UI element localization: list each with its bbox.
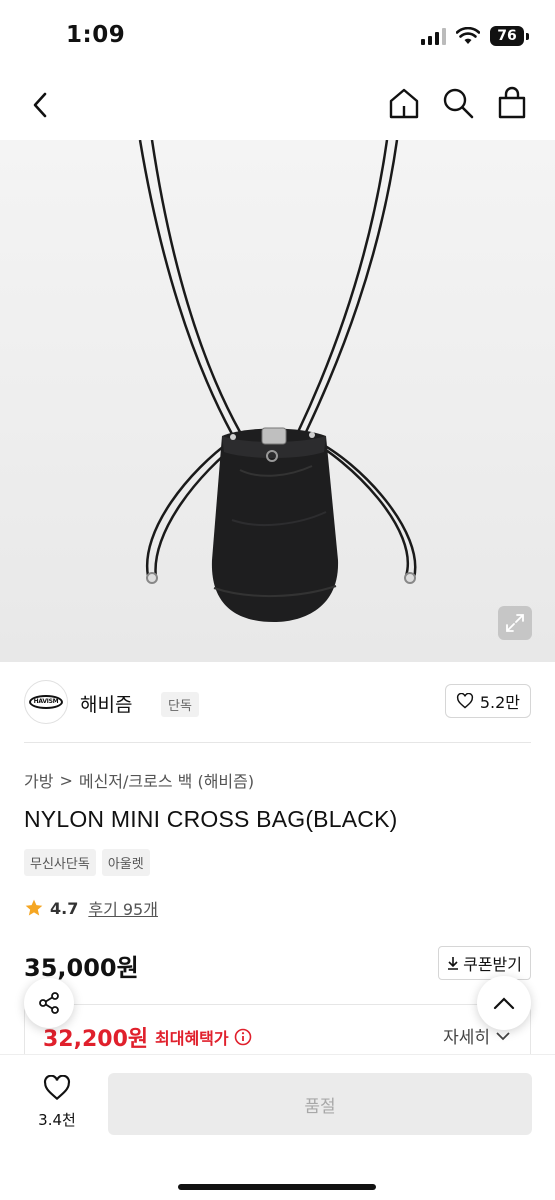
wifi-icon xyxy=(456,27,480,44)
status-time: 1:09 xyxy=(66,22,126,48)
reviews-link[interactable]: 후기 95개 xyxy=(88,896,158,920)
status-icons: 76 xyxy=(421,26,529,46)
brand-row[interactable]: HAVISM 해비즘 단독 5.2만 xyxy=(24,676,531,732)
home-icon xyxy=(389,88,419,119)
breadcrumb-category[interactable]: 가방 xyxy=(24,768,53,792)
heart-icon xyxy=(456,693,473,709)
breadcrumb-subcategory[interactable]: 메신저/크로스 백 (해비즘) xyxy=(79,768,254,792)
wishlist-count: 3.4천 xyxy=(38,1111,76,1129)
coupon-label: 쿠폰받기 xyxy=(463,955,522,974)
product-image[interactable] xyxy=(0,140,555,662)
chevron-down-icon xyxy=(496,1031,510,1040)
brand-logo-text: HAVISM xyxy=(29,695,63,709)
coupon-button[interactable]: 쿠폰받기 xyxy=(438,946,531,980)
cart-button[interactable] xyxy=(495,86,529,120)
shopping-bag-icon xyxy=(498,86,526,119)
home-button[interactable] xyxy=(387,86,421,120)
soldout-button[interactable]: 품절 xyxy=(108,1073,532,1135)
product-tags: 무신사단독 아울렛 xyxy=(24,849,150,876)
benefit-label-group: 최대혜택가 xyxy=(155,1025,252,1049)
share-button[interactable] xyxy=(24,978,74,1028)
breadcrumb: 가방 > 메신저/크로스 백 (해비즘) xyxy=(24,768,254,792)
divider xyxy=(24,742,531,743)
star-icon xyxy=(25,899,43,916)
download-icon xyxy=(448,957,459,970)
brand-like-button[interactable]: 5.2만 xyxy=(444,684,531,718)
battery-level: 76 xyxy=(490,26,524,46)
nav-actions xyxy=(387,86,529,120)
share-icon xyxy=(39,992,59,1014)
brand-logo[interactable]: HAVISM xyxy=(24,680,68,724)
search-icon xyxy=(443,88,474,119)
brand-name[interactable]: 해비즘 xyxy=(80,690,132,717)
search-button[interactable] xyxy=(441,86,475,120)
tag-outlet: 아울렛 xyxy=(101,849,150,876)
brand-like-count: 5.2만 xyxy=(479,693,520,712)
nav-bar xyxy=(0,70,555,140)
expand-icon xyxy=(506,614,524,632)
battery-icon: 76 xyxy=(490,26,529,46)
rating-score: 4.7 xyxy=(50,898,79,918)
tag-exclusive: 무신사단독 xyxy=(24,849,96,876)
exclusive-badge: 단독 xyxy=(161,692,199,717)
breadcrumb-separator: > xyxy=(59,770,73,790)
bag-photo xyxy=(138,140,417,622)
bottom-bar: 3.4천 품절 xyxy=(0,1054,555,1200)
info-icon[interactable] xyxy=(234,1028,252,1046)
chevron-left-icon xyxy=(33,92,47,118)
product-title: NYLON MINI CROSS BAG(BLACK) xyxy=(24,806,398,832)
status-bar: 1:09 76 xyxy=(0,0,555,70)
home-indicator xyxy=(178,1184,376,1190)
benefit-detail-label: 자세히 xyxy=(443,1028,490,1048)
rating: 4.7 후기 95개 xyxy=(24,896,158,920)
scroll-top-button[interactable] xyxy=(477,976,531,1030)
chevron-up-icon xyxy=(493,997,515,1010)
expand-image-button[interactable] xyxy=(498,606,532,640)
product-price: 35,000원 xyxy=(24,954,139,982)
heart-icon xyxy=(43,1074,71,1101)
signal-icon xyxy=(421,27,446,45)
back-button[interactable] xyxy=(26,90,56,120)
wishlist-button[interactable]: 3.4천 xyxy=(28,1074,86,1130)
benefit-label: 최대혜택가 xyxy=(155,1029,229,1048)
